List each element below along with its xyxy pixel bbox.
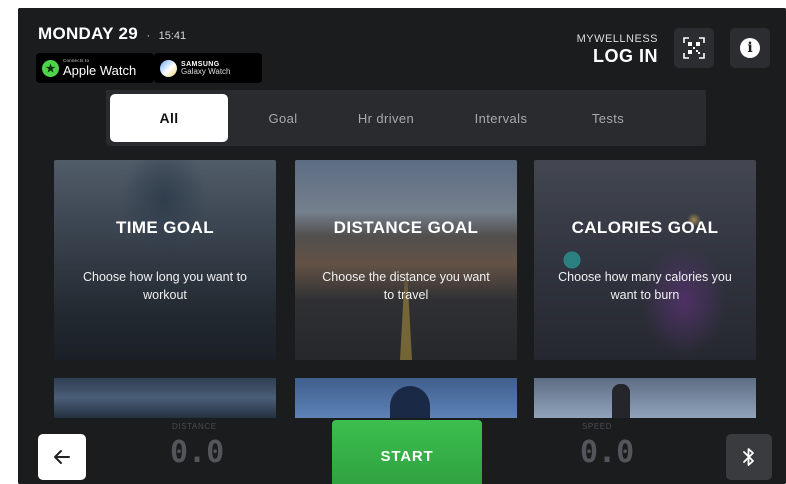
time-label: 15:41 xyxy=(158,30,187,42)
date-label: MONDAY 29 xyxy=(38,24,139,43)
workout-grid: TIME GOAL Choose how long you want to wo… xyxy=(18,160,786,430)
workout-card-partial[interactable] xyxy=(54,378,276,418)
info-button[interactable]: i xyxy=(730,28,770,68)
bottom-control-bar: DISTANCE 0.0 START SPEED 0.0 xyxy=(18,418,786,484)
distance-readout: DISTANCE 0.0 xyxy=(170,422,290,470)
apple-watch-button[interactable]: ★ Connects to Apple Watch xyxy=(36,53,154,83)
galaxy-watch-icon xyxy=(160,59,177,77)
bluetooth-button[interactable] xyxy=(726,434,772,480)
bluetooth-icon xyxy=(743,448,754,466)
galaxy-watch-label: Galaxy Watch xyxy=(181,66,231,76)
tab-all[interactable]: All xyxy=(110,94,228,142)
distance-value: 0.0 xyxy=(170,435,225,470)
tab-goal[interactable]: Goal xyxy=(240,94,326,142)
tab-tests[interactable]: Tests xyxy=(556,94,660,142)
start-button[interactable]: START xyxy=(332,420,482,484)
samsung-galaxy-watch-button[interactable]: SAMSUNG Galaxy Watch xyxy=(154,53,262,83)
tab-intervals[interactable]: Intervals xyxy=(446,94,556,142)
qr-code-button[interactable] xyxy=(674,28,714,68)
distance-label: DISTANCE xyxy=(172,422,217,431)
mywellness-label: MYWELLNESS xyxy=(576,33,658,45)
card-title: CALORIES GOAL xyxy=(571,218,719,237)
date-time: MONDAY 29 · 15:41 xyxy=(38,24,186,44)
app-screen: MONDAY 29 · 15:41 ★ Connects to Apple Wa… xyxy=(18,8,786,484)
qr-code-icon xyxy=(683,37,705,59)
distance-goal-card[interactable]: DISTANCE GOAL Choose the distance you wa… xyxy=(295,160,517,360)
cyclist-image xyxy=(390,386,430,418)
speed-readout: SPEED 0.0 xyxy=(580,422,700,470)
calories-goal-card[interactable]: CALORIES GOAL Choose how many calories y… xyxy=(534,160,756,360)
arrow-left-icon xyxy=(54,450,70,464)
time-goal-card[interactable]: TIME GOAL Choose how long you want to wo… xyxy=(54,160,276,360)
apple-watch-label: Apple Watch xyxy=(63,62,137,78)
speed-value: 0.0 xyxy=(580,435,635,470)
back-button[interactable] xyxy=(38,434,86,480)
runner-image xyxy=(612,384,630,418)
card-description: Choose how many calories you want to bur… xyxy=(558,270,732,302)
card-title: TIME GOAL xyxy=(115,218,215,237)
workout-card-partial[interactable] xyxy=(534,378,756,418)
tab-hr-driven[interactable]: Hr driven xyxy=(326,94,446,142)
mywellness-login[interactable]: MYWELLNESS LOG IN xyxy=(558,33,658,67)
speed-label: SPEED xyxy=(582,422,613,431)
info-icon: i xyxy=(740,38,760,58)
card-description: Choose the distance you want to travel xyxy=(322,270,490,302)
running-figure-icon: ★ xyxy=(42,59,59,77)
card-title: DISTANCE GOAL xyxy=(333,218,479,237)
card-description: Choose how long you want to workout xyxy=(83,270,247,302)
header: MONDAY 29 · 15:41 ★ Connects to Apple Wa… xyxy=(18,8,786,90)
separator: · xyxy=(146,30,151,42)
workout-category-tabs: All Goal Hr driven Intervals Tests xyxy=(106,90,706,146)
workout-card-partial[interactable] xyxy=(295,378,517,418)
login-label[interactable]: LOG IN xyxy=(558,46,658,67)
